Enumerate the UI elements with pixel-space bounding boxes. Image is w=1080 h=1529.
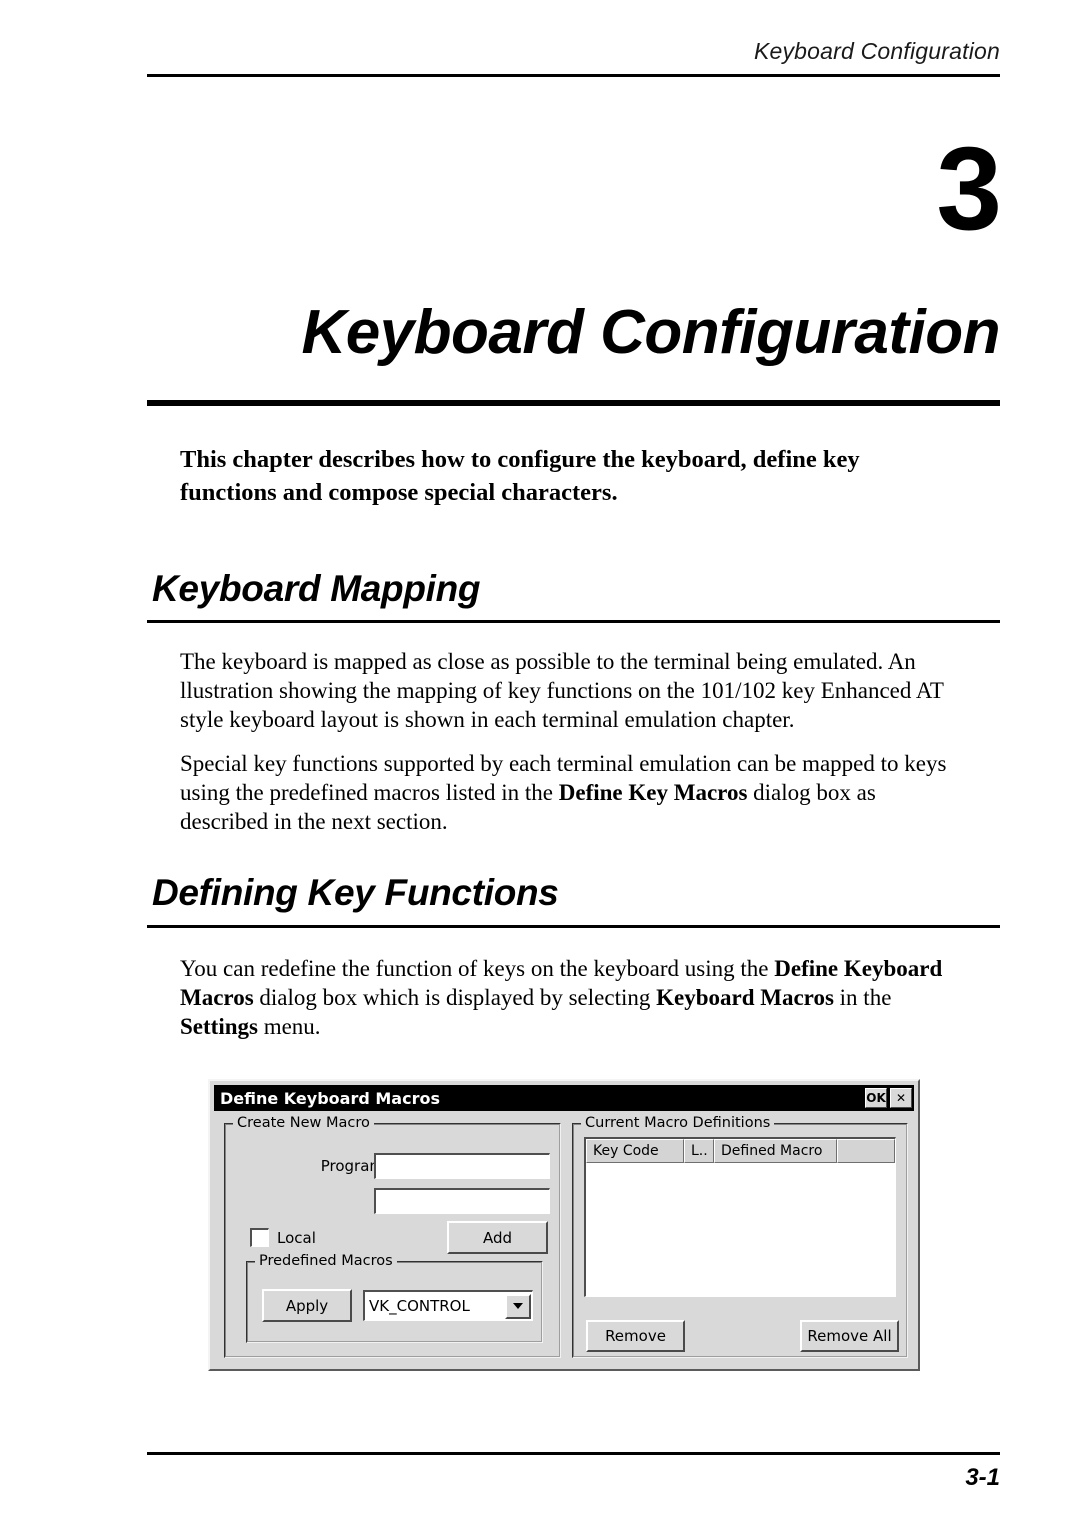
page-title: Keyboard Configuration [301, 298, 1000, 367]
predefined-macros-group: Predefined Macros Apply VK_CONTROL [246, 1253, 543, 1343]
section-heading-keyboard-mapping: Keyboard Mapping [152, 568, 481, 609]
add-button[interactable]: Add [447, 1221, 548, 1254]
remove-button[interactable]: Remove [586, 1320, 685, 1352]
chapter-number: 3 [936, 123, 1002, 255]
title-rule [147, 400, 1000, 406]
predefined-macro-select[interactable]: VK_CONTROL [363, 1290, 533, 1321]
header-rule [147, 74, 1000, 77]
section-rule [147, 620, 1000, 623]
local-checkbox-row[interactable]: Local [250, 1228, 316, 1247]
section-heading-defining-key-functions: Defining Key Functions [152, 872, 559, 913]
column-header-blank[interactable] [837, 1139, 895, 1163]
titlebar-buttons: OK ✕ [865, 1088, 912, 1108]
paragraph-defining-key-functions-1: You can redefine the function of keys on… [180, 956, 943, 1039]
paragraph-keyboard-mapping-2: Special key functions supported by each … [180, 751, 947, 834]
column-header-key-code[interactable]: Key Code [586, 1139, 684, 1163]
apply-button[interactable]: Apply [262, 1289, 352, 1322]
program-key-input[interactable] [374, 1153, 550, 1179]
macro-definitions-listview[interactable]: Key Code L.. Defined Macro [584, 1137, 896, 1297]
paragraph-keyboard-mapping-1: The keyboard is mapped as close as possi… [180, 649, 944, 732]
page-number: 3-1 [965, 1464, 1000, 1491]
with-input[interactable] [374, 1188, 550, 1214]
create-new-macro-group: Create New Macro Program Key With Local … [224, 1115, 561, 1358]
predefined-macro-selected-value: VK_CONTROL [369, 1297, 470, 1315]
define-keyboard-macros-dialog: Define Keyboard Macros OK ✕ Create New M… [208, 1079, 920, 1371]
local-checkbox-label: Local [277, 1228, 316, 1247]
close-icon[interactable]: ✕ [890, 1088, 912, 1108]
listview-body[interactable] [586, 1163, 895, 1295]
current-macro-definitions-group: Current Macro Definitions Key Code L.. D… [572, 1115, 908, 1358]
current-macro-definitions-legend: Current Macro Definitions [581, 1115, 775, 1131]
dialog-titlebar[interactable]: Define Keyboard Macros OK ✕ [214, 1085, 914, 1111]
column-header-defined-macro[interactable]: Defined Macro [714, 1139, 837, 1163]
listview-header-row: Key Code L.. Defined Macro [586, 1139, 895, 1163]
dialog-title: Define Keyboard Macros [220, 1088, 440, 1108]
remove-all-button[interactable]: Remove All [800, 1320, 899, 1352]
section-rule [147, 925, 1000, 928]
local-checkbox[interactable] [250, 1228, 269, 1247]
predefined-macros-legend: Predefined Macros [255, 1253, 397, 1269]
column-header-local[interactable]: L.. [684, 1139, 714, 1163]
create-new-macro-legend: Create New Macro [233, 1115, 374, 1131]
ok-icon[interactable]: OK [865, 1088, 887, 1108]
footer-rule [147, 1452, 1000, 1455]
running-header: Keyboard Configuration [753, 38, 1000, 64]
chevron-down-icon[interactable] [505, 1293, 531, 1319]
chapter-intro: This chapter describes how to configure … [180, 446, 860, 507]
